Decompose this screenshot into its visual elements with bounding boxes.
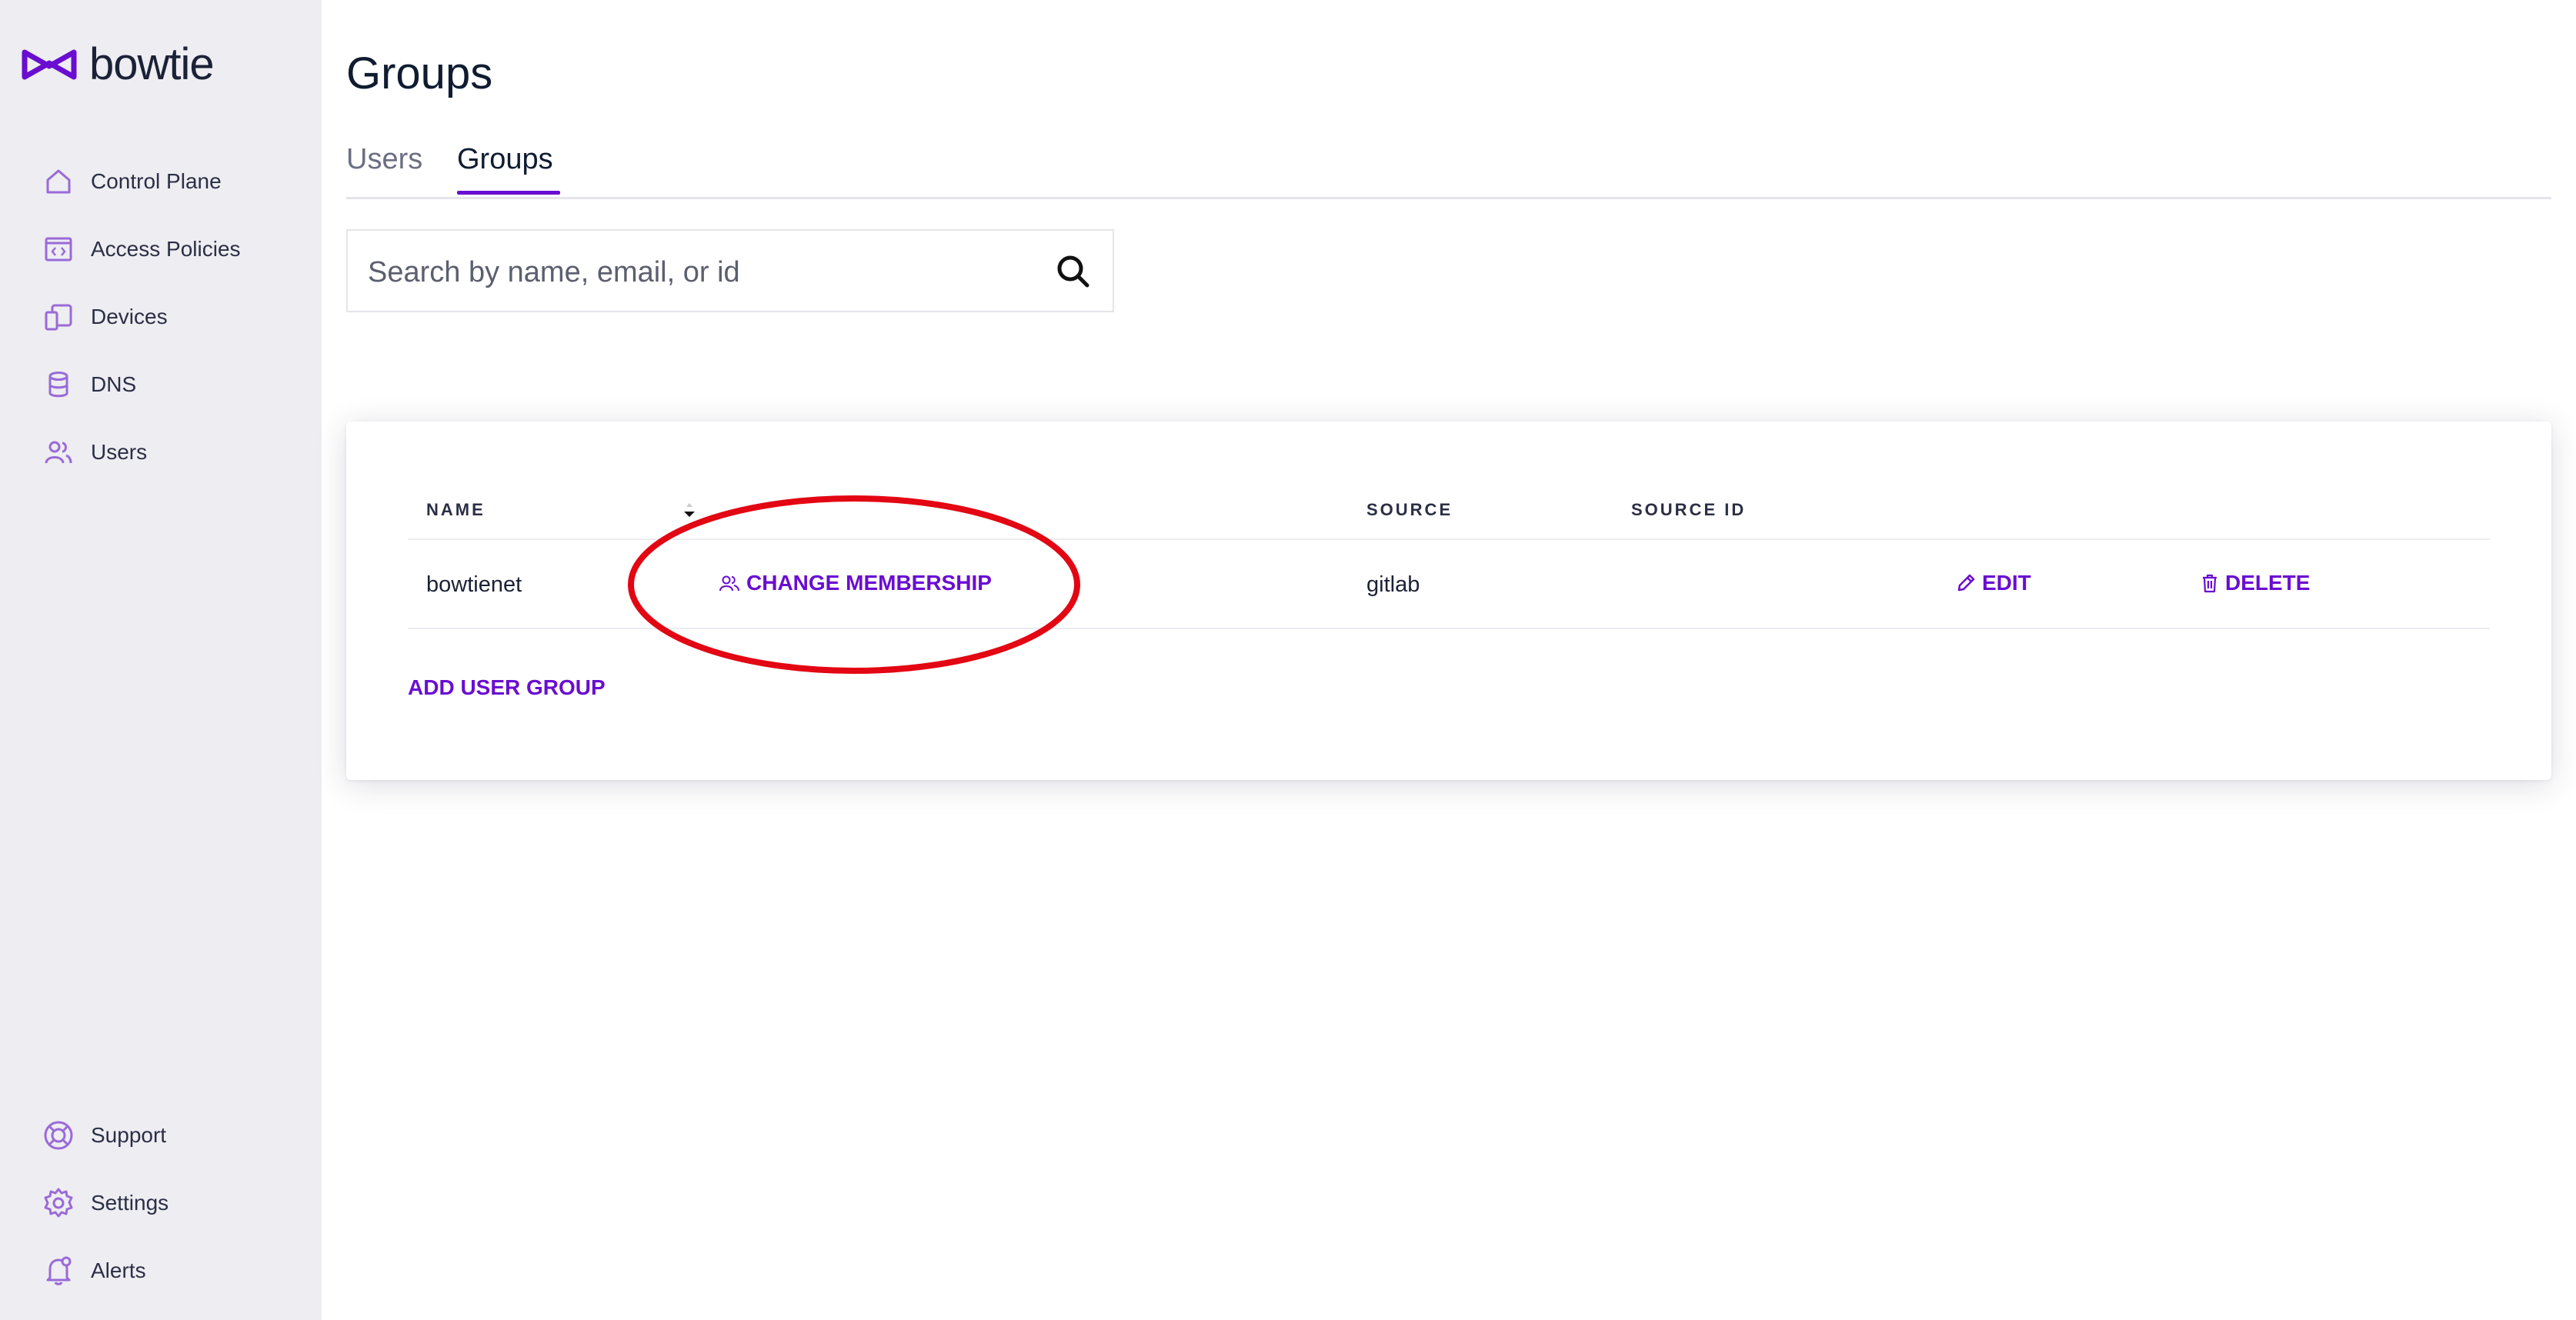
sidebar-item-users[interactable]: Users (42, 429, 147, 475)
sidebar-item-devices[interactable]: Devices (42, 294, 168, 340)
search-input[interactable] (366, 248, 1031, 297)
sidebar-item-control-plane[interactable]: Control Plane (42, 158, 222, 205)
users-icon (719, 575, 739, 592)
search-box (346, 229, 1114, 312)
column-header-name[interactable]: NAME (426, 500, 486, 520)
column-header-source: SOURCE (1366, 500, 1453, 519)
header-divider (408, 538, 2490, 540)
groups-table-card: NAME SOURCE SOURCE ID bowtienet CHANGE M… (346, 422, 2551, 780)
sidebar-item-label: Settings (91, 1191, 169, 1215)
sidebar-item-label: DNS (91, 372, 137, 396)
logo-text: bowtie (89, 39, 215, 89)
active-tab-indicator (457, 191, 560, 195)
lifebuoy-icon (42, 1118, 75, 1152)
bowtie-logo[interactable]: bowtie (20, 38, 215, 90)
add-user-group-button[interactable]: ADD USER GROUP (408, 675, 606, 700)
devices-icon (42, 300, 75, 334)
delete-label: DELETE (2225, 571, 2311, 595)
sidebar-item-label: Devices (91, 305, 168, 328)
tab-groups[interactable]: Groups (457, 143, 553, 176)
sidebar-item-label: Control Plane (91, 169, 222, 193)
tab-users[interactable]: Users (346, 143, 422, 176)
gear-icon (42, 1186, 75, 1220)
trash-icon (2203, 574, 2217, 593)
source-cell: gitlab (1366, 572, 1420, 597)
sidebar-item-label: Users (91, 440, 148, 464)
database-icon (42, 368, 75, 402)
page-title: Groups (346, 48, 493, 98)
sidebar-item-settings[interactable]: Settings (42, 1180, 169, 1226)
users-icon (42, 435, 75, 469)
sidebar-item-alerts[interactable]: Alerts (42, 1248, 146, 1294)
pencil-icon (1957, 574, 1975, 592)
column-header-source-id: SOURCE ID (1631, 500, 1747, 519)
change-membership-label: CHANGE MEMBERSHIP (746, 571, 992, 595)
sidebar-item-label: Alerts (91, 1258, 146, 1282)
sidebar-item-dns[interactable]: DNS (42, 362, 136, 408)
bowtie-logo-icon (22, 49, 77, 79)
sidebar: bowtie Control Plane Access Policies Dev… (0, 0, 322, 1320)
row-divider (408, 628, 2490, 629)
sort-icon[interactable] (682, 502, 697, 520)
edit-button[interactable]: EDIT (1956, 571, 2031, 595)
bell-icon (42, 1254, 75, 1288)
tab-bar: Users Groups (346, 143, 2551, 199)
group-name-cell: bowtienet (426, 572, 522, 597)
search-icon[interactable] (1056, 254, 1091, 289)
delete-button[interactable]: DELETE (2201, 571, 2310, 595)
sidebar-item-support[interactable]: Support (42, 1112, 166, 1158)
sidebar-item-label: Access Policies (91, 237, 241, 261)
edit-label: EDIT (1982, 571, 2031, 595)
code-window-icon (42, 232, 75, 266)
sidebar-item-access-policies[interactable]: Access Policies (42, 226, 241, 272)
sidebar-item-label: Support (91, 1123, 167, 1147)
home-icon (42, 165, 75, 198)
change-membership-button[interactable]: CHANGE MEMBERSHIP (719, 571, 992, 595)
